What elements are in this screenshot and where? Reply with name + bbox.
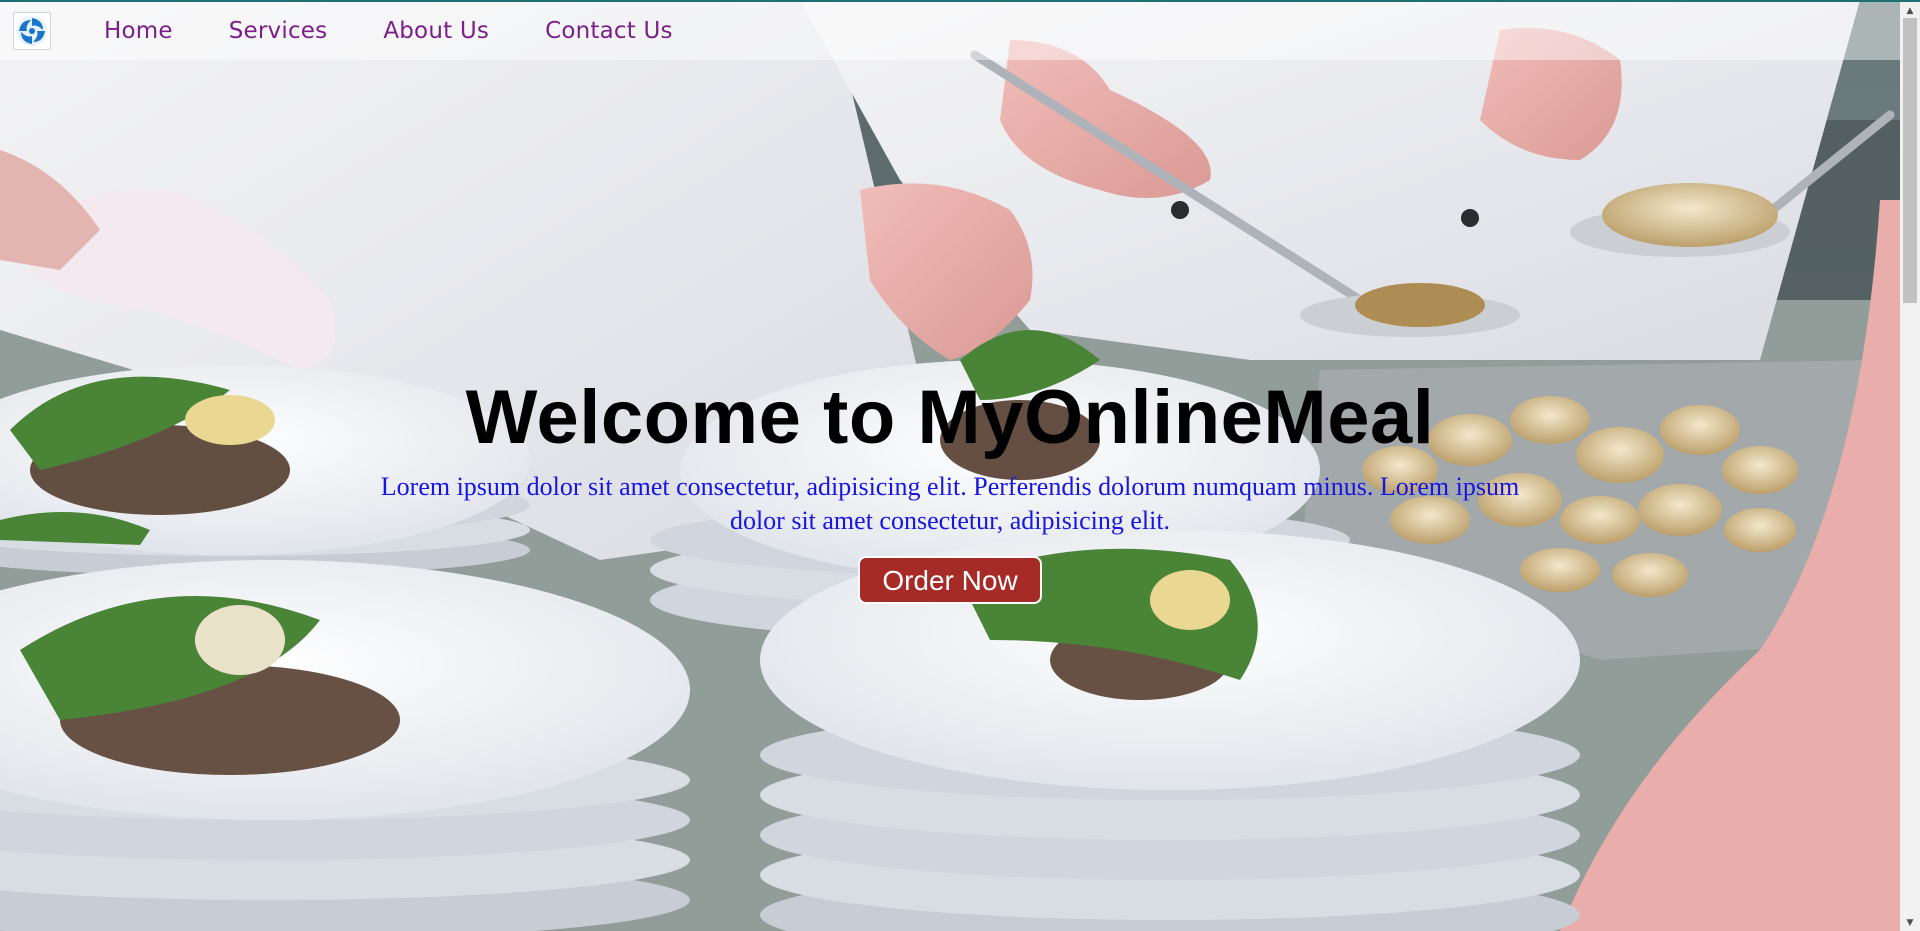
order-now-button[interactable]: Order Now bbox=[858, 556, 1042, 604]
hero-subtitle: Lorem ipsum dolor sit amet consectetur, … bbox=[380, 472, 1520, 535]
scroll-down-arrow-icon[interactable]: ▼ bbox=[1900, 914, 1920, 931]
hero-title: Welcome to MyOnlineMeal bbox=[465, 375, 1435, 460]
page-viewport: Home Services About Us Contact Us Welcom… bbox=[0, 0, 1920, 931]
nav-link-home[interactable]: Home bbox=[104, 18, 173, 44]
nav-link-contact-us[interactable]: Contact Us bbox=[545, 18, 673, 44]
scroll-up-arrow-icon[interactable]: ▲ bbox=[1900, 2, 1920, 19]
nav-link-services[interactable]: Services bbox=[229, 18, 328, 44]
vertical-scrollbar[interactable]: ▲ ▼ bbox=[1900, 0, 1920, 931]
nav-link-about-us[interactable]: About Us bbox=[383, 18, 489, 44]
scrollbar-thumb[interactable] bbox=[1903, 18, 1917, 303]
swirl-logo-icon[interactable] bbox=[13, 12, 51, 50]
top-border bbox=[0, 0, 1920, 2]
hero-section: Welcome to MyOnlineMeal Lorem ipsum dolo… bbox=[0, 370, 1900, 604]
top-navbar: Home Services About Us Contact Us bbox=[0, 2, 1900, 60]
